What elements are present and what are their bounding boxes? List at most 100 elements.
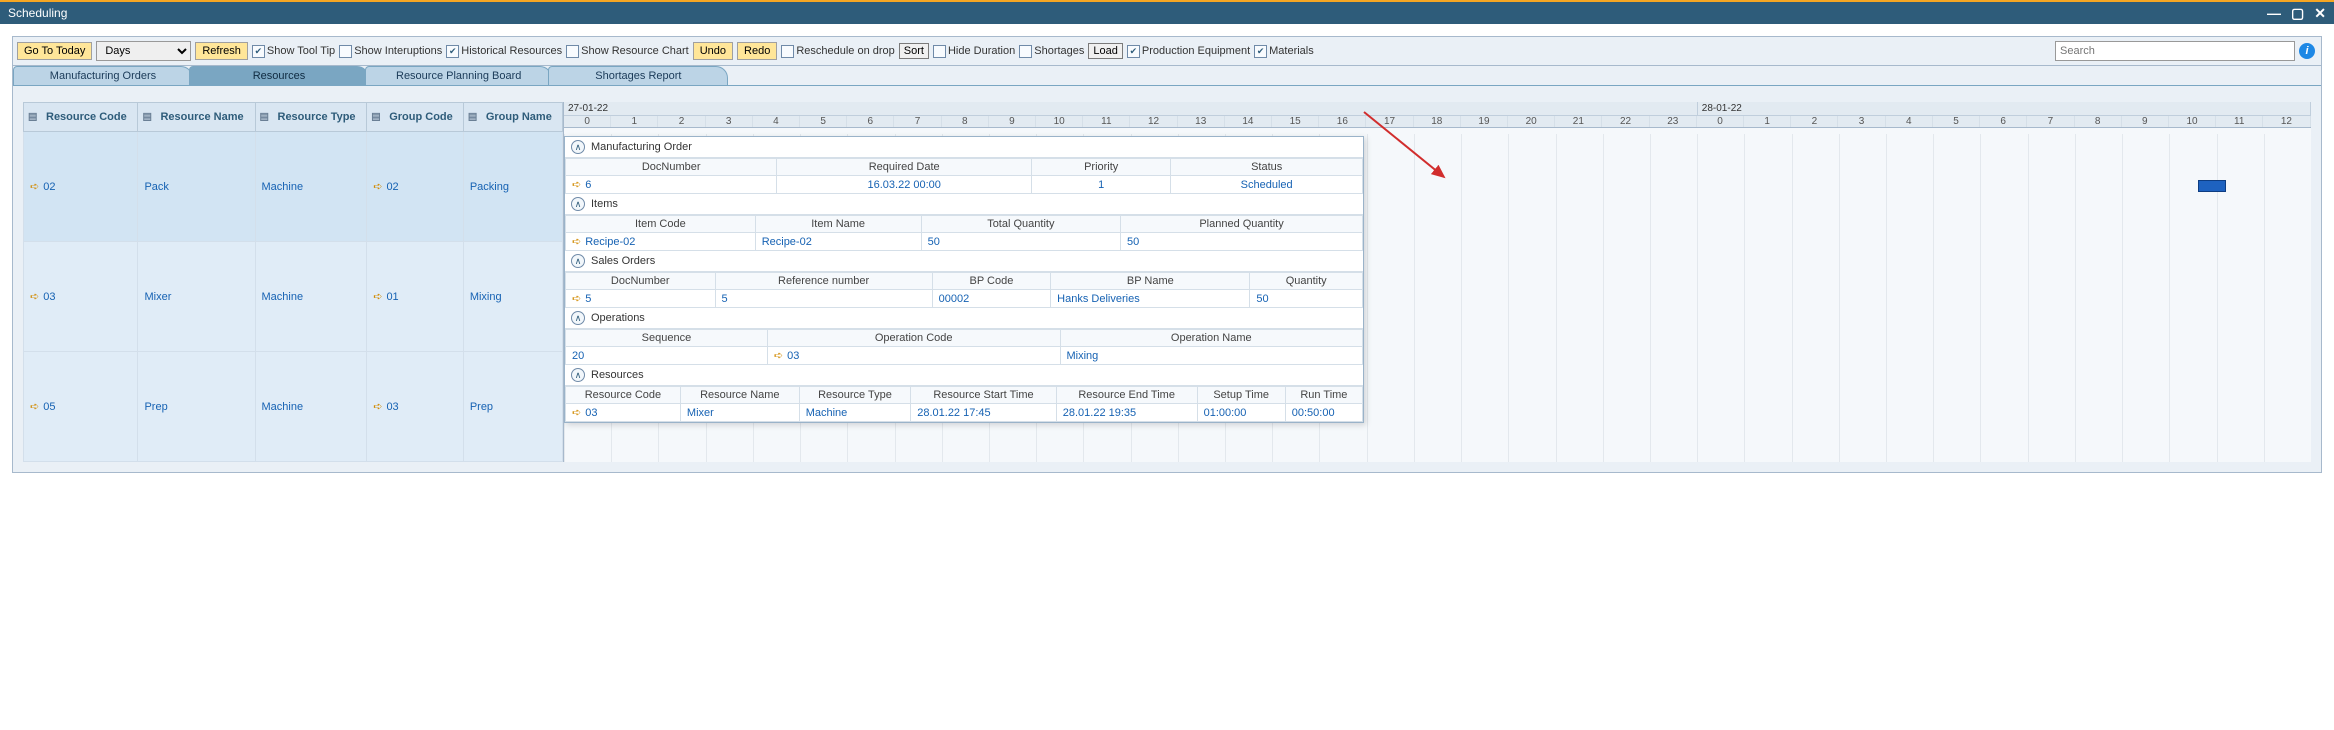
redo-button[interactable]: Redo [737,42,777,60]
show-resource-chart-checkbox[interactable] [566,45,579,58]
toolbar: Go To Today Days Refresh Show Tool Tip S… [13,37,2321,66]
hour-label: 5 [1933,116,1980,127]
tab-resource-planning-board[interactable]: Resource Planning Board [365,66,552,85]
link-arrow-icon[interactable]: ➪ [572,179,581,191]
hour-label: 12 [1130,116,1177,127]
maximize-button[interactable]: ▢ [2291,5,2304,22]
gantt-area[interactable]: 27-01-22 28-01-22 0123456789101112131415… [563,102,2311,462]
tab-resources[interactable]: Resources [189,66,369,85]
hour-label: 9 [2122,116,2169,127]
hour-label: 15 [1272,116,1319,127]
hour-label: 0 [1697,116,1744,127]
content-area: Go To Today Days Refresh Show Tool Tip S… [0,24,2334,485]
hour-label: 17 [1366,116,1413,127]
window-controls: — ▢ ✕ [2267,5,2326,22]
col-resource-type[interactable]: ▤Resource Type [255,103,367,132]
collapse-icon[interactable]: ∧ [571,254,585,268]
timeline-header: 27-01-22 28-01-22 0123456789101112131415… [564,102,2311,128]
column-menu-icon[interactable]: ▤ [468,112,477,123]
show-interruptions-label: Show Interuptions [354,45,442,57]
reschedule-on-drop-label: Reschedule on drop [796,45,894,57]
minimize-button[interactable]: — [2267,5,2281,22]
col-resource-name[interactable]: ▤Resource Name [138,103,255,132]
collapse-icon[interactable]: ∧ [571,368,585,382]
hour-label: 13 [1178,116,1225,127]
undo-button[interactable]: Undo [693,42,733,60]
shortages-label: Shortages [1034,45,1084,57]
collapse-icon[interactable]: ∧ [571,197,585,211]
info-icon[interactable]: i [2299,43,2315,59]
mo-table: DocNumber Required Date Priority Status … [565,158,1363,194]
link-arrow-icon[interactable]: ➪ [572,293,581,305]
table-row[interactable]: ➪6 16.03.22 00:00 1 Scheduled [566,176,1363,194]
window-title: Scheduling [8,6,67,20]
col-group-code[interactable]: ▤Group Code [367,103,464,132]
hide-duration-checkbox[interactable] [933,45,946,58]
tab-manufacturing-orders[interactable]: Manufacturing Orders [13,66,193,85]
hour-label: 11 [1083,116,1130,127]
gantt-task-bar[interactable] [2198,180,2226,192]
table-row[interactable]: ➪5 5 00002 Hanks Deliveries 50 [566,290,1363,308]
col-resource-code[interactable]: ▤Resource Code [24,103,138,132]
historical-resources-checkbox[interactable] [446,45,459,58]
table-row[interactable]: ➪03 Mixer Machine ➪01 Mixing [24,242,563,352]
table-row[interactable]: ➪05 Prep Machine ➪03 Prep [24,352,563,462]
col-group-name[interactable]: ▤Group Name [463,103,562,132]
goto-today-button[interactable]: Go To Today [17,42,92,60]
link-arrow-icon[interactable]: ➪ [30,291,39,303]
hour-label: 1 [1744,116,1791,127]
timeunit-select[interactable]: Days [96,41,191,61]
date-row: 27-01-22 28-01-22 [564,102,2311,116]
collapse-icon[interactable]: ∧ [571,140,585,154]
production-equipment-checkbox[interactable] [1127,45,1140,58]
materials-checkbox[interactable] [1254,45,1267,58]
reschedule-on-drop-checkbox[interactable] [781,45,794,58]
tab-bar: Manufacturing Orders Resources Resource … [13,66,2321,86]
resources-table: ▤Resource Code ▤Resource Name ▤Resource … [23,102,563,462]
hour-label: 8 [2075,116,2122,127]
link-arrow-icon[interactable]: ➪ [30,401,39,413]
column-menu-icon[interactable]: ▤ [260,112,269,123]
link-arrow-icon[interactable]: ➪ [572,236,581,248]
table-row[interactable]: 20 ➪03 Mixing [566,347,1363,365]
table-row[interactable]: ➪Recipe-02 Recipe-02 50 50 [566,233,1363,251]
link-arrow-icon[interactable]: ➪ [572,407,581,419]
hour-label: 19 [1461,116,1508,127]
show-tooltip-checkbox[interactable] [252,45,265,58]
close-button[interactable]: ✕ [2314,5,2326,22]
ops-table: Sequence Operation Code Operation Name 2… [565,329,1363,365]
hour-label: 14 [1225,116,1272,127]
tab-shortages-report[interactable]: Shortages Report [548,66,728,85]
load-button[interactable]: Load [1088,43,1122,59]
hour-label: 4 [1886,116,1933,127]
shortages-checkbox[interactable] [1019,45,1032,58]
hour-label: 20 [1508,116,1555,127]
hour-label: 16 [1319,116,1366,127]
production-equipment-label: Production Equipment [1142,45,1250,57]
link-arrow-icon[interactable]: ➪ [774,350,783,362]
collapse-icon[interactable]: ∧ [571,311,585,325]
table-row[interactable]: ➪02 Pack Machine ➪02 Packing [24,132,563,242]
table-row[interactable]: ➪03 Mixer Machine 28.01.22 17:45 28.01.2… [566,404,1363,422]
hour-label: 21 [1555,116,1602,127]
show-tooltip-label: Show Tool Tip [267,45,335,57]
link-arrow-icon[interactable]: ➪ [373,181,382,193]
refresh-button[interactable]: Refresh [195,42,248,60]
hour-label: 10 [2169,116,2216,127]
hour-label: 7 [2027,116,2074,127]
column-menu-icon[interactable]: ▤ [371,112,380,123]
link-arrow-icon[interactable]: ➪ [30,181,39,193]
so-table: DocNumber Reference number BP Code BP Na… [565,272,1363,308]
show-interruptions-checkbox[interactable] [339,45,352,58]
tab-body: ▤Resource Code ▤Resource Name ▤Resource … [13,86,2321,472]
column-menu-icon[interactable]: ▤ [28,112,37,123]
sort-button[interactable]: Sort [899,43,929,59]
column-menu-icon[interactable]: ▤ [142,112,151,123]
hour-label: 12 [2263,116,2310,127]
link-arrow-icon[interactable]: ➪ [373,291,382,303]
link-arrow-icon[interactable]: ➪ [373,401,382,413]
title-bar: Scheduling — ▢ ✕ [0,0,2334,24]
hour-label: 3 [1838,116,1885,127]
search-input[interactable] [2055,41,2295,61]
hour-row: 0123456789101112131415161718192021222301… [564,116,2311,127]
